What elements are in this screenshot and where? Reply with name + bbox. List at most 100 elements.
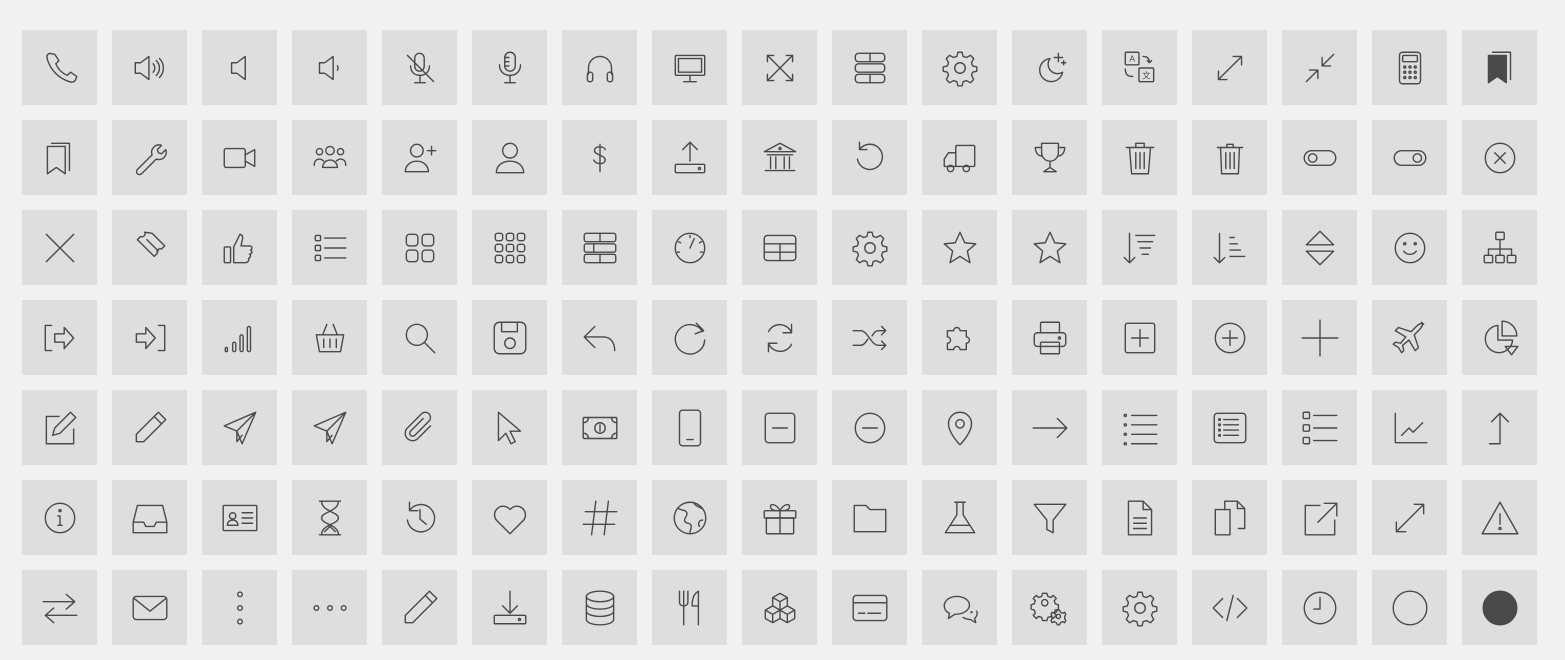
icon-tile-upload-icon[interactable] [652, 120, 727, 195]
icon-tile-night-mode-icon[interactable] [1012, 30, 1087, 105]
icon-tile-close-circle-icon[interactable] [1462, 120, 1537, 195]
icon-tile-volume-off-icon[interactable] [202, 30, 277, 105]
icon-tile-edit-icon[interactable] [22, 390, 97, 465]
icon-tile-smiley-icon[interactable] [1372, 210, 1447, 285]
icon-tile-arrow-right-icon[interactable] [1012, 390, 1087, 465]
icon-tile-microphone-icon[interactable] [472, 30, 547, 105]
icon-tile-settings-icon[interactable] [922, 30, 997, 105]
icon-tile-history-icon[interactable] [382, 480, 457, 555]
icon-tile-thumbs-up-icon[interactable] [202, 210, 277, 285]
icon-tile-list-icon[interactable] [292, 210, 367, 285]
icon-tile-sort-descending-icon[interactable] [1102, 210, 1177, 285]
icon-tile-arrow-up-icon[interactable] [1462, 390, 1537, 465]
icon-tile-minus-square-icon[interactable] [742, 390, 817, 465]
icon-tile-plus-circle-icon[interactable] [1192, 300, 1267, 375]
icon-tile-location-pin-icon[interactable] [922, 390, 997, 465]
icon-tile-list-box-icon[interactable] [1192, 390, 1267, 465]
icon-tile-dollar-icon[interactable] [562, 120, 637, 195]
icon-tile-bank-icon[interactable] [742, 120, 817, 195]
icon-tile-undo-icon[interactable] [832, 120, 907, 195]
icon-tile-bookmarks-filled-icon[interactable] [1462, 30, 1537, 105]
icon-tile-star-alt-icon[interactable] [1012, 210, 1087, 285]
icon-tile-phone-icon[interactable] [22, 30, 97, 105]
icon-tile-paperclip-icon[interactable] [382, 390, 457, 465]
icon-tile-delivery-truck-icon[interactable] [922, 120, 997, 195]
icon-tile-database-icon[interactable] [562, 570, 637, 645]
icon-tile-pencil-alt-icon[interactable] [382, 570, 457, 645]
icon-tile-volume-high-icon[interactable] [112, 30, 187, 105]
icon-tile-sitemap-icon[interactable] [1462, 210, 1537, 285]
icon-tile-redo-icon[interactable] [652, 300, 727, 375]
icon-tile-shuffle-icon[interactable] [832, 300, 907, 375]
icon-tile-toggle-off-icon[interactable] [1282, 120, 1357, 195]
icon-tile-signal-bars-icon[interactable] [202, 300, 277, 375]
icon-tile-close-icon[interactable] [22, 210, 97, 285]
icon-tile-circle-filled-icon[interactable] [1462, 570, 1537, 645]
icon-tile-database-rows-icon[interactable] [832, 30, 907, 105]
icon-tile-trophy-icon[interactable] [1012, 120, 1087, 195]
icon-tile-info-icon[interactable] [22, 480, 97, 555]
icon-tile-circle-outline-icon[interactable] [1372, 570, 1447, 645]
icon-tile-refresh-icon[interactable] [742, 300, 817, 375]
icon-tile-table-icon[interactable] [742, 210, 817, 285]
icon-tile-sort-ascending-icon[interactable] [1192, 210, 1267, 285]
icon-tile-settings-alt-icon[interactable] [832, 210, 907, 285]
icon-tile-wrench-icon[interactable] [112, 120, 187, 195]
icon-tile-copy-icon[interactable] [1192, 480, 1267, 555]
icon-tile-cog-icon[interactable] [1102, 570, 1177, 645]
icon-tile-headphones-icon[interactable] [562, 30, 637, 105]
icon-tile-video-camera-icon[interactable] [202, 120, 277, 195]
icon-tile-external-link-icon[interactable] [1282, 480, 1357, 555]
icon-tile-code-icon[interactable] [1192, 570, 1267, 645]
icon-tile-monitor-icon[interactable] [652, 30, 727, 105]
icon-tile-hourglass-icon[interactable] [292, 480, 367, 555]
icon-tile-document-icon[interactable] [1102, 480, 1177, 555]
icon-tile-more-vertical-icon[interactable] [202, 570, 277, 645]
icon-tile-filter-icon[interactable] [1012, 480, 1087, 555]
icon-tile-folder-icon[interactable] [832, 480, 907, 555]
icon-tile-bullet-list-icon[interactable] [1102, 390, 1177, 465]
icon-tile-trash-alt-icon[interactable] [1192, 120, 1267, 195]
icon-tile-clock-icon[interactable] [1282, 570, 1357, 645]
icon-tile-download-icon[interactable] [472, 570, 547, 645]
icon-tile-pie-chart-icon[interactable] [1462, 300, 1537, 375]
icon-tile-microphone-off-icon[interactable] [382, 30, 457, 105]
icon-tile-translate-icon[interactable]: A文 [1102, 30, 1177, 105]
icon-tile-reply-icon[interactable] [562, 300, 637, 375]
icon-tile-checklist-icon[interactable] [1282, 390, 1357, 465]
icon-tile-cursor-pointer-icon[interactable] [472, 390, 547, 465]
icon-tile-save-icon[interactable] [472, 300, 547, 375]
icon-tile-fullscreen-icon[interactable] [1192, 30, 1267, 105]
icon-tile-sign-in-icon[interactable] [112, 300, 187, 375]
icon-tile-add-user-icon[interactable] [382, 120, 457, 195]
icon-tile-mobile-phone-icon[interactable] [652, 390, 727, 465]
icon-tile-search-icon[interactable] [382, 300, 457, 375]
icon-tile-trash-icon[interactable] [1102, 120, 1177, 195]
icon-tile-transfer-icon[interactable] [22, 570, 97, 645]
icon-tile-toggle-on-icon[interactable] [1372, 120, 1447, 195]
icon-tile-speedometer-icon[interactable] [652, 210, 727, 285]
icon-tile-shopping-basket-icon[interactable] [292, 300, 367, 375]
icon-tile-airplane-icon[interactable] [1372, 300, 1447, 375]
icon-tile-resize-icon[interactable] [1372, 480, 1447, 555]
icon-tile-volume-low-icon[interactable] [292, 30, 367, 105]
icon-tile-sign-out-icon[interactable] [22, 300, 97, 375]
icon-tile-plus-icon[interactable] [1282, 300, 1357, 375]
icon-tile-hashtag-icon[interactable] [562, 480, 637, 555]
icon-tile-banknote-icon[interactable] [562, 390, 637, 465]
icon-tile-globe-icon[interactable] [652, 480, 727, 555]
icon-tile-send-alt-icon[interactable] [292, 390, 367, 465]
icon-tile-credit-card-icon[interactable] [832, 570, 907, 645]
icon-tile-settings-multiple-icon[interactable] [1012, 570, 1087, 645]
icon-tile-ticket-icon[interactable] [112, 210, 187, 285]
icon-tile-calculator-icon[interactable] [1372, 30, 1447, 105]
icon-tile-grid-2x2-icon[interactable] [382, 210, 457, 285]
icon-tile-cubes-icon[interactable] [742, 570, 817, 645]
icon-tile-rows-icon[interactable] [562, 210, 637, 285]
icon-tile-inbox-icon[interactable] [112, 480, 187, 555]
icon-tile-gift-icon[interactable] [742, 480, 817, 555]
icon-tile-expand-arrows-icon[interactable] [742, 30, 817, 105]
icon-tile-printer-icon[interactable] [1012, 300, 1087, 375]
icon-tile-puzzle-icon[interactable] [922, 300, 997, 375]
icon-tile-mail-icon[interactable] [112, 570, 187, 645]
